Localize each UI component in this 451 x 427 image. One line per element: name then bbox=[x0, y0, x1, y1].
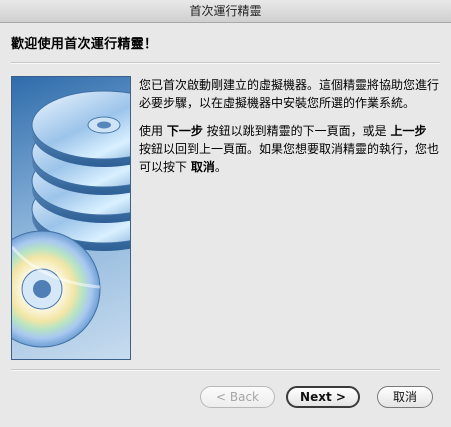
disc-stack bbox=[31, 90, 130, 251]
instructions-text-1: 使用 bbox=[139, 124, 167, 138]
back-keyword: 上一步 bbox=[390, 124, 427, 138]
next-button[interactable]: Next > bbox=[286, 386, 360, 408]
instructions-text-3: 按鈕以回到上一頁面。如果您想要取消精靈的執行，您也可以按下 bbox=[139, 142, 440, 174]
header-divider bbox=[11, 62, 440, 64]
wizard-description: 您已首次啟動剛建立的虛擬機器。這個精靈將協助您進行必要步驟，以在虛擬機器中安裝您… bbox=[139, 76, 439, 186]
first-run-wizard-window: 首次運行精靈 歡迎使用首次運行精靈！ 您已首次啟動剛建立的虛擬機器。這個精靈將協… bbox=[0, 0, 451, 427]
cancel-button[interactable]: 取消 bbox=[377, 386, 433, 408]
instructions-paragraph: 使用 下一步 按鈕以跳到精靈的下一頁面，或是 上一步 按鈕以回到上一頁面。如果您… bbox=[139, 122, 439, 176]
instructions-text-4: 。 bbox=[214, 160, 227, 174]
cancel-keyword: 取消 bbox=[190, 160, 215, 174]
page-title: 歡迎使用首次運行精靈！ bbox=[11, 37, 158, 52]
intro-paragraph: 您已首次啟動剛建立的虛擬機器。這個精靈將協助您進行必要步驟，以在虛擬機器中安裝您… bbox=[139, 78, 440, 110]
back-button[interactable]: < Back bbox=[200, 386, 275, 408]
footer-divider bbox=[11, 369, 440, 371]
instructions-text-2: 按鈕以跳到精靈的下一頁面，或是 bbox=[202, 124, 391, 138]
cd-discs-artwork bbox=[11, 76, 131, 360]
title-bar[interactable]: 首次運行精靈 bbox=[0, 0, 451, 23]
next-keyword: 下一步 bbox=[166, 124, 203, 138]
window-title: 首次運行精靈 bbox=[189, 4, 262, 18]
